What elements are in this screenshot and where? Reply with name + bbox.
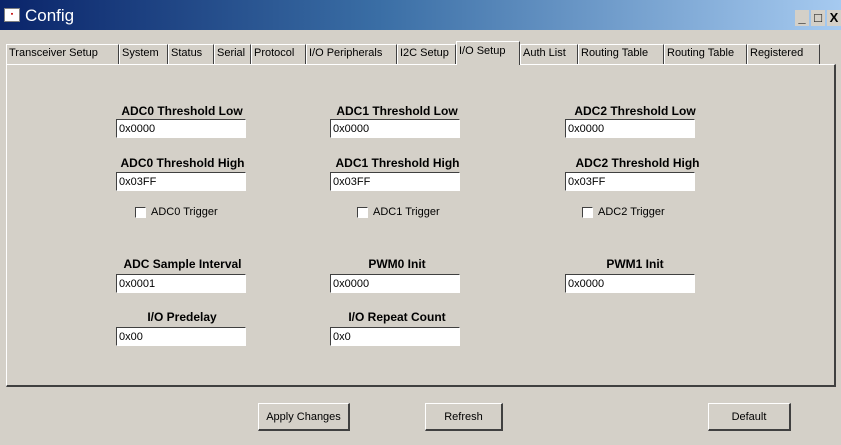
tab-i2c-setup[interactable]: I2C Setup [397,44,456,64]
adc-sample-interval-input[interactable] [116,274,246,293]
checkbox-box[interactable] [135,206,146,218]
adc-sample-interval-label: ADC Sample Interval [123,257,242,271]
tab-io-setup[interactable]: I/O Setup [456,41,520,65]
adc0-threshold-low-input[interactable] [116,119,246,138]
adc0-threshold-high-input[interactable] [116,172,246,191]
adc2-threshold-low-label: ADC2 Threshold Low [574,104,696,118]
tab-registered[interactable]: Registered [747,44,820,64]
adc2-threshold-high-input[interactable] [565,172,695,191]
adc2-trigger-checkbox[interactable]: ADC2 Trigger [582,206,665,218]
default-button[interactable]: Default [708,403,791,431]
adc2-threshold-high-label: ADC2 Threshold High [575,156,700,170]
tab-routing-table-2[interactable]: Routing Table [664,44,747,64]
close-button[interactable]: X [827,10,841,26]
refresh-button[interactable]: Refresh [425,403,503,431]
adc0-trigger-label: ADC0 Trigger [151,206,218,218]
adc1-threshold-high-label: ADC1 Threshold High [335,156,460,170]
io-predelay-label: I/O Predelay [147,310,217,324]
tab-auth-list[interactable]: Auth List [520,44,578,64]
title-bar: ▪ Config _ □ X [0,0,841,30]
checkbox-box[interactable] [582,206,593,218]
window-controls: _ □ X [795,10,841,26]
adc1-threshold-low-input[interactable] [330,119,460,138]
io-repeat-count-label: I/O Repeat Count [348,310,446,324]
tab-io-peripherals[interactable]: I/O Peripherals [306,44,397,64]
io-repeat-count-input[interactable] [330,327,460,346]
adc1-threshold-high-input[interactable] [330,172,460,191]
adc0-threshold-low-label: ADC0 Threshold Low [121,104,243,118]
pwm1-init-input[interactable] [565,274,695,293]
adc2-threshold-low-input[interactable] [565,119,695,138]
app-icon: ▪ [4,8,20,22]
maximize-button[interactable]: □ [811,10,825,26]
adc0-trigger-checkbox[interactable]: ADC0 Trigger [135,206,218,218]
tab-protocol[interactable]: Protocol [251,44,306,64]
pwm1-init-label: PWM1 Init [606,257,664,271]
tab-strip: Transceiver Setup System Status Serial P… [6,41,836,65]
tab-serial[interactable]: Serial [214,44,251,64]
apply-changes-button[interactable]: Apply Changes [258,403,350,431]
tab-status[interactable]: Status [168,44,214,64]
pwm0-init-label: PWM0 Init [368,257,426,271]
pwm0-init-input[interactable] [330,274,460,293]
minimize-button[interactable]: _ [795,10,809,26]
window-title: Config [25,6,75,25]
io-predelay-input[interactable] [116,327,246,346]
tab-system[interactable]: System [119,44,168,64]
checkbox-box[interactable] [357,206,368,218]
adc1-threshold-low-label: ADC1 Threshold Low [336,104,458,118]
tab-transceiver-setup[interactable]: Transceiver Setup [6,44,119,64]
tab-routing-table-1[interactable]: Routing Table [578,44,664,64]
adc1-trigger-checkbox[interactable]: ADC1 Trigger [357,206,440,218]
adc2-trigger-label: ADC2 Trigger [598,206,665,218]
adc0-threshold-high-label: ADC0 Threshold High [120,156,245,170]
adc1-trigger-label: ADC1 Trigger [373,206,440,218]
